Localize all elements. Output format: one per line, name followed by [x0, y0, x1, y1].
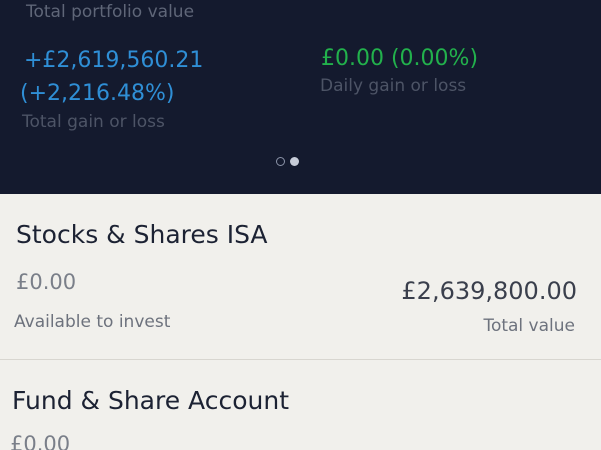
total-portfolio-label: Total portfolio value	[26, 2, 195, 22]
pager-dot-1[interactable]	[276, 157, 285, 166]
pager-dot-2-active[interactable]	[290, 157, 299, 166]
total-gain-label: Total gain or loss	[22, 112, 165, 132]
account-card-fund-share-account[interactable]: Fund & Share Account £0.00	[0, 360, 601, 450]
account-name: Fund & Share Account	[12, 386, 289, 415]
total-gain-percent: (+2,216.48%)	[20, 81, 175, 106]
portfolio-summary: Total portfolio value +£2,619,560.21 (+2…	[0, 0, 601, 194]
daily-gain-label: Daily gain or loss	[320, 76, 467, 96]
account-total-label: Total value	[483, 316, 575, 336]
daily-gain-value: £0.00 (0.00%)	[321, 46, 479, 71]
available-to-invest-value: £0.00	[16, 270, 77, 294]
account-card-stocks-shares-isa[interactable]: Stocks & Shares ISA £0.00 Available to i…	[0, 194, 601, 360]
account-total-value: £2,639,800.00	[401, 277, 577, 305]
total-gain-value: +£2,619,560.21	[24, 48, 204, 73]
available-to-invest-value: £0.00	[10, 432, 71, 450]
carousel-pager[interactable]	[276, 157, 299, 166]
account-name: Stocks & Shares ISA	[16, 220, 268, 249]
available-to-invest-label: Available to invest	[14, 312, 171, 332]
